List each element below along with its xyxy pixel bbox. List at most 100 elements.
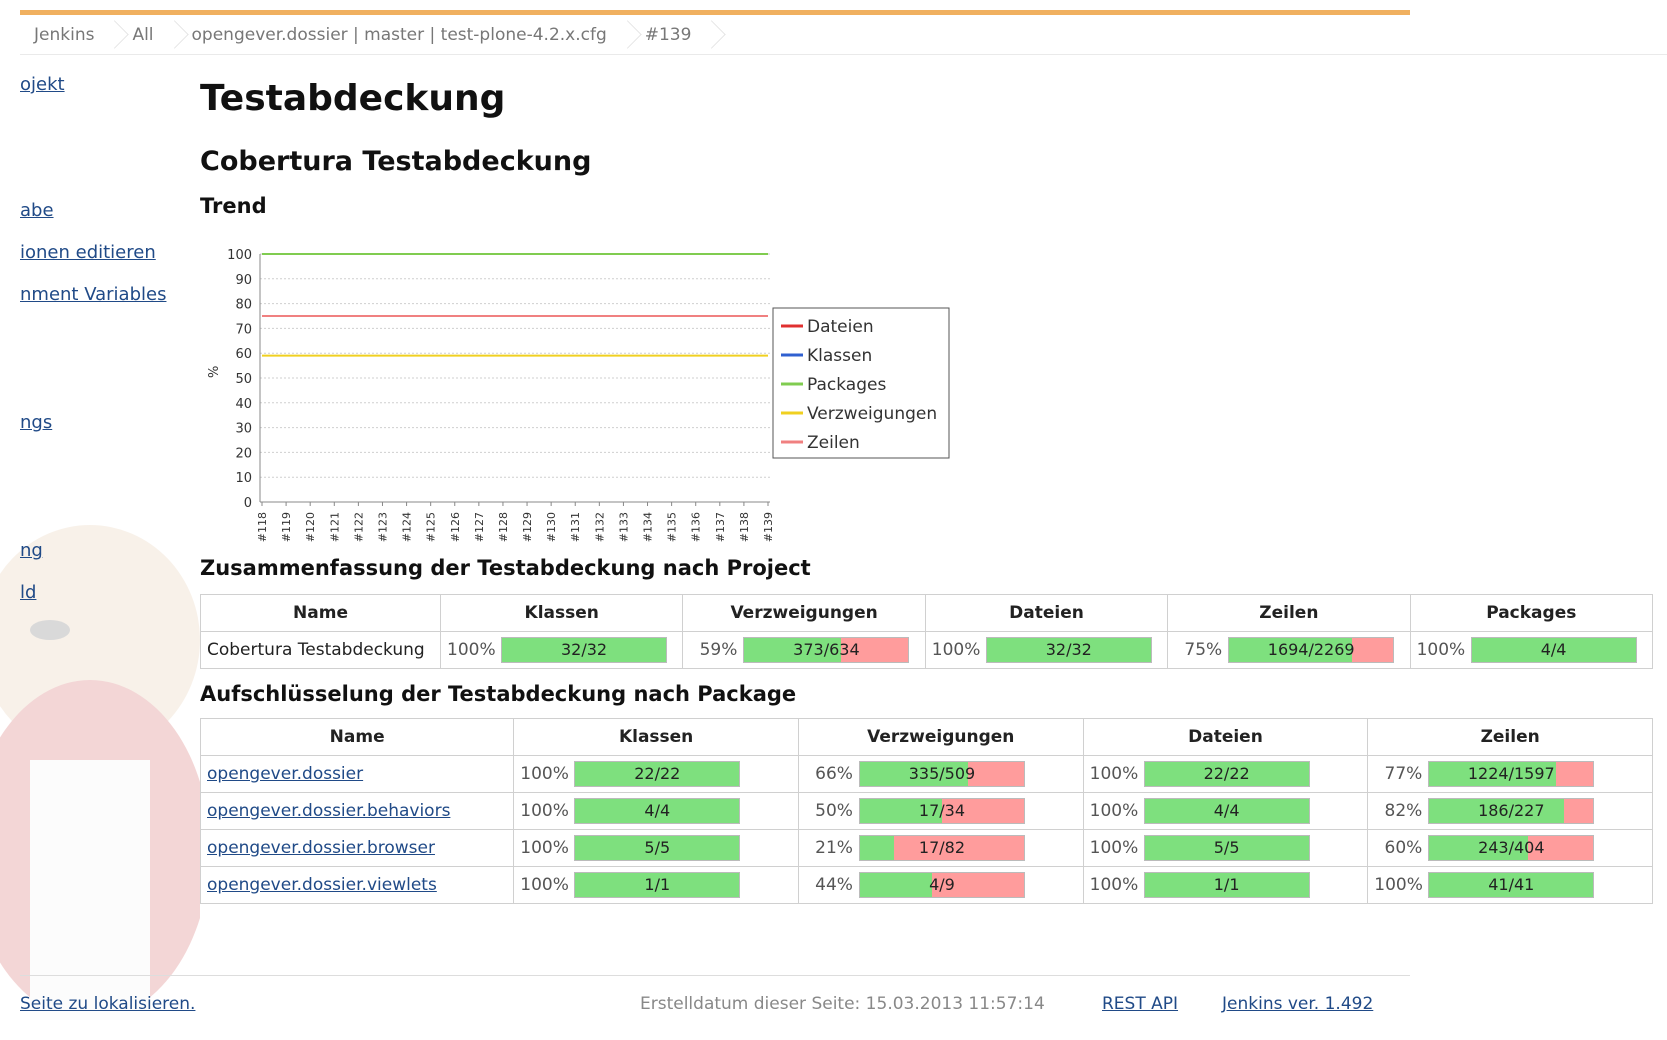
coverage-bar: 5/5 bbox=[574, 835, 741, 861]
coverage-cell: 59% 373/634 bbox=[689, 637, 918, 663]
x-tick-label: #124 bbox=[401, 512, 414, 542]
coverage-percent: 100% bbox=[1374, 875, 1423, 895]
sidebar-link-environment[interactable]: nment Variables bbox=[20, 284, 166, 305]
x-tick-label: #125 bbox=[425, 512, 438, 542]
coverage-cell: 66% 335/509 bbox=[805, 761, 1077, 787]
footer-divider bbox=[20, 975, 1410, 976]
sidebar-link-ld[interactable]: ld bbox=[20, 582, 36, 603]
sidebar-link-projekt[interactable]: ojekt bbox=[20, 74, 65, 95]
coverage-ratio: 32/32 bbox=[1045, 640, 1092, 659]
breadcrumb-label[interactable]: Jenkins bbox=[20, 25, 104, 45]
coverage-bar: 243/404 bbox=[1428, 835, 1595, 861]
y-tick-label: 20 bbox=[235, 446, 252, 461]
coverage-bar: 335/509 bbox=[858, 761, 1025, 787]
coverage-column-cell: 100% 1/1 bbox=[513, 866, 799, 904]
x-tick-label: #127 bbox=[473, 512, 486, 542]
breadcrumb-label[interactable]: #139 bbox=[631, 25, 702, 45]
y-tick-label: 90 bbox=[235, 273, 252, 288]
coverage-percent: 50% bbox=[815, 801, 853, 821]
localize-link[interactable]: Seite zu lokalisieren. bbox=[20, 994, 195, 1014]
x-tick-label: #130 bbox=[545, 512, 558, 542]
breadcrumb: Jenkins All opengever.dossier | master |… bbox=[20, 16, 1420, 54]
coverage-cell: 100% 4/4 bbox=[1090, 798, 1362, 824]
x-tick-label: #138 bbox=[738, 512, 751, 542]
table-row: Cobertura Testabdeckung 100% 32/32 59% 373/6… bbox=[199, 631, 1654, 669]
breadcrumb-item-build[interactable]: #139 bbox=[631, 16, 716, 54]
coverage-ratio: 1/1 bbox=[644, 875, 671, 894]
coverage-column-cell: 100% 1/1 bbox=[1082, 866, 1369, 904]
x-tick-label: #132 bbox=[593, 512, 606, 542]
sidebar-link-settings[interactable]: ngs bbox=[20, 412, 52, 433]
package-link[interactable]: opengever.dossier bbox=[207, 764, 363, 784]
legend-label: Klassen bbox=[807, 346, 872, 366]
coverage-percent: 21% bbox=[815, 838, 853, 858]
x-tick-label: #131 bbox=[569, 512, 582, 542]
jenkins-version-link[interactable]: Jenkins ver. 1.492 bbox=[1222, 994, 1373, 1014]
breadcrumb-label[interactable]: opengever.dossier | master | test-plone-… bbox=[178, 25, 617, 45]
coverage-cell: 100% 32/32 bbox=[932, 637, 1161, 663]
coverage-column-cell: 82% 186/227 bbox=[1367, 792, 1653, 830]
sidebar-link-abe[interactable]: abe bbox=[20, 200, 54, 221]
column-header: Verzweigungen bbox=[797, 718, 1084, 756]
coverage-column-cell: 100% 41/41 bbox=[1367, 866, 1653, 904]
coverage-percent: 100% bbox=[520, 838, 569, 858]
coverage-percent: 66% bbox=[815, 764, 853, 784]
coverage-column-cell: 44% 4/9 bbox=[797, 866, 1084, 904]
column-header: Dateien bbox=[1082, 718, 1369, 756]
trend-chart: 0 10 20 30 40 50 60 70 80 90 100% #118 #119 #120 #121 #… bbox=[207, 248, 950, 542]
sidebar-link-ng[interactable]: ng bbox=[20, 540, 43, 561]
name-cell: Cobertura Testabdeckung bbox=[199, 631, 442, 669]
coverage-column-cell: 100% 5/5 bbox=[1082, 829, 1369, 867]
sidebar-link-edit[interactable]: ionen editieren bbox=[20, 242, 156, 263]
coverage-ratio: 41/41 bbox=[1488, 875, 1535, 894]
coverage-cell: 82% 186/227 bbox=[1374, 798, 1646, 824]
package-link[interactable]: opengever.dossier.behaviors bbox=[207, 801, 450, 821]
trend-heading: Trend bbox=[200, 194, 267, 218]
coverage-percent: 100% bbox=[1089, 801, 1139, 821]
coverage-ratio: 5/5 bbox=[1213, 838, 1240, 857]
package-link[interactable]: opengever.dossier.browser bbox=[207, 838, 435, 858]
coverage-bar: 1224/1597 bbox=[1428, 761, 1595, 787]
coverage-percent: 44% bbox=[815, 875, 853, 895]
coverage-cell: 100% 32/32 bbox=[447, 637, 676, 663]
header-divider bbox=[20, 54, 1667, 55]
x-tick-label: #137 bbox=[714, 512, 727, 542]
rest-api-link[interactable]: REST API bbox=[1102, 994, 1178, 1014]
breadcrumb-item-job[interactable]: opengever.dossier | master | test-plone-… bbox=[178, 16, 631, 54]
coverage-ratio: 5/5 bbox=[644, 838, 671, 857]
coverage-column-cell: 59% 373/634 bbox=[682, 631, 926, 669]
coverage-percent: 100% bbox=[520, 875, 569, 895]
x-tick-label: #135 bbox=[666, 512, 679, 542]
coverage-ratio: 1/1 bbox=[1213, 875, 1240, 894]
coverage-percent: 82% bbox=[1384, 801, 1423, 821]
table-row: opengever.dossier.viewlets 100% 1/1 44% 4/9 1… bbox=[199, 866, 1653, 904]
sidebar: ojekt abe ionen editieren nment Variable… bbox=[0, 70, 200, 1020]
coverage-percent: 75% bbox=[1184, 640, 1223, 660]
chevron-right-icon bbox=[164, 16, 178, 54]
coverage-bar: 4/9 bbox=[858, 872, 1025, 898]
coverage-percent: 100% bbox=[520, 801, 569, 821]
package-link[interactable]: opengever.dossier.viewlets bbox=[207, 875, 437, 895]
table-row: opengever.dossier 100% 22/22 66% 335/509 100%… bbox=[199, 755, 1653, 793]
breadcrumb-item-jenkins[interactable]: Jenkins bbox=[20, 16, 118, 54]
coverage-percent: 100% bbox=[931, 640, 981, 660]
coverage-column-cell: 100% 32/32 bbox=[924, 631, 1169, 669]
y-tick-label: 60 bbox=[235, 347, 252, 362]
y-tick-label: 70 bbox=[235, 322, 252, 337]
chevron-right-icon bbox=[104, 16, 118, 54]
coverage-percent: 100% bbox=[1089, 764, 1139, 784]
coverage-ratio: 4/4 bbox=[644, 801, 671, 820]
x-tick-label: #119 bbox=[280, 512, 293, 542]
coverage-percent: 100% bbox=[520, 764, 569, 784]
column-header: Zeilen bbox=[1367, 718, 1653, 756]
coverage-cell: 100% 1/1 bbox=[520, 872, 792, 898]
x-tick-label: #139 bbox=[762, 512, 775, 542]
coverage-cell: 100% 5/5 bbox=[1090, 835, 1362, 861]
x-tick-label: #122 bbox=[352, 512, 365, 542]
name-cell: opengever.dossier.behaviors bbox=[199, 792, 515, 830]
coverage-cell: 60% 243/404 bbox=[1374, 835, 1646, 861]
table-row: opengever.dossier.browser 100% 5/5 21% 17/82… bbox=[199, 829, 1653, 867]
coverage-column-cell: 75% 1694/2269 bbox=[1167, 631, 1411, 669]
name-cell: opengever.dossier.viewlets bbox=[199, 866, 515, 904]
x-tick-label: #136 bbox=[690, 512, 703, 542]
